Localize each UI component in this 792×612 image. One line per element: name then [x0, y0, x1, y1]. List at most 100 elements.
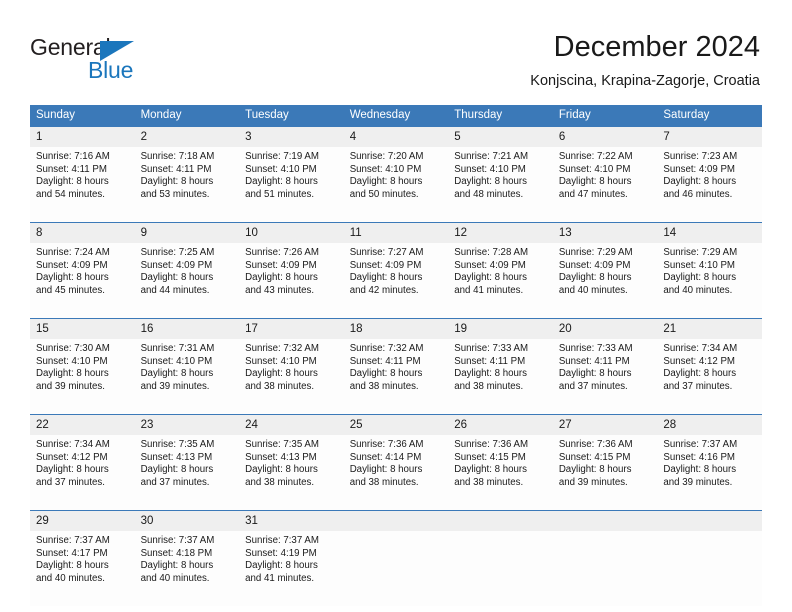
day-number[interactable]: 21	[657, 318, 762, 339]
week-daynumbers: 29 30 31	[30, 510, 762, 531]
sunset-text: Sunset: 4:10 PM	[349, 163, 422, 175]
daylight-text-line2: and 38 minutes.	[349, 476, 419, 488]
daylight-text-line1: Daylight: 8 hours	[36, 176, 109, 188]
day-number[interactable]: 3	[239, 127, 344, 147]
day-cell: Sunrise: 7:36 AM Sunset: 4:14 PM Dayligh…	[343, 435, 449, 511]
day-number[interactable]: 20	[552, 318, 658, 339]
day-cell: Sunrise: 7:35 AM Sunset: 4:13 PM Dayligh…	[134, 435, 240, 511]
day-number[interactable]: 27	[552, 414, 658, 435]
day-number[interactable]: 15	[30, 318, 135, 339]
daylight-text-line2: and 48 minutes.	[454, 188, 524, 200]
day-number[interactable]: 14	[657, 222, 762, 243]
sunrise-text: Sunrise: 7:25 AM	[140, 247, 215, 258]
daylight-text-line2: and 39 minutes.	[140, 380, 210, 392]
week-details: Sunrise: 7:16 AM Sunset: 4:11 PM Dayligh…	[30, 147, 762, 223]
daylight-text-line1: Daylight: 8 hours	[140, 368, 214, 380]
day-number[interactable]: 23	[134, 414, 240, 435]
brand-logo[interactable]: General Blue	[30, 34, 260, 86]
day-number[interactable]: 30	[134, 510, 240, 531]
week-details: Sunrise: 7:37 AM Sunset: 4:17 PM Dayligh…	[30, 531, 762, 606]
daylight-text-line1: Daylight: 8 hours	[36, 272, 109, 284]
day-number[interactable]: 13	[552, 222, 658, 243]
sunset-text: Sunset: 4:18 PM	[140, 547, 213, 559]
day-number[interactable]: 1	[30, 127, 135, 147]
sunset-text: Sunset: 4:09 PM	[140, 259, 213, 271]
week-details: Sunrise: 7:34 AM Sunset: 4:12 PM Dayligh…	[30, 435, 762, 511]
sunrise-text: Sunrise: 7:18 AM	[140, 151, 215, 162]
day-cell: Sunrise: 7:16 AM Sunset: 4:11 PM Dayligh…	[30, 147, 135, 223]
daylight-text-line2: and 51 minutes.	[245, 188, 315, 200]
day-number[interactable]: 16	[134, 318, 240, 339]
day-cell: Sunrise: 7:29 AM Sunset: 4:10 PM Dayligh…	[657, 243, 762, 319]
daylight-text-line2: and 39 minutes.	[663, 476, 733, 488]
day-cell: Sunrise: 7:37 AM Sunset: 4:17 PM Dayligh…	[30, 531, 135, 606]
sunrise-text: Sunrise: 7:37 AM	[663, 439, 738, 450]
day-cell: Sunrise: 7:21 AM Sunset: 4:10 PM Dayligh…	[448, 147, 553, 223]
day-cell: Sunrise: 7:36 AM Sunset: 4:15 PM Dayligh…	[552, 435, 658, 511]
day-number-empty	[552, 510, 658, 531]
day-number[interactable]: 17	[239, 318, 344, 339]
daylight-text-line2: and 40 minutes.	[140, 572, 210, 584]
sunrise-text: Sunrise: 7:33 AM	[454, 343, 529, 354]
day-number[interactable]: 4	[343, 127, 449, 147]
sunrise-text: Sunrise: 7:20 AM	[349, 151, 424, 162]
day-number[interactable]: 8	[30, 222, 135, 243]
day-number[interactable]: 25	[343, 414, 449, 435]
daylight-text-line1: Daylight: 8 hours	[36, 368, 109, 380]
week-daynumbers: 1 2 3 4 5 6 7	[30, 127, 762, 147]
day-cell: Sunrise: 7:19 AM Sunset: 4:10 PM Dayligh…	[239, 147, 344, 223]
day-cell: Sunrise: 7:20 AM Sunset: 4:10 PM Dayligh…	[343, 147, 449, 223]
sunrise-text: Sunrise: 7:16 AM	[36, 151, 110, 162]
daylight-text-line2: and 40 minutes.	[36, 572, 105, 584]
day-cell-empty	[448, 531, 553, 606]
day-number[interactable]: 12	[448, 222, 553, 243]
day-number[interactable]: 26	[448, 414, 553, 435]
day-cell: Sunrise: 7:34 AM Sunset: 4:12 PM Dayligh…	[30, 435, 135, 511]
daylight-text-line1: Daylight: 8 hours	[663, 464, 737, 476]
day-cell: Sunrise: 7:26 AM Sunset: 4:09 PM Dayligh…	[239, 243, 344, 319]
sunset-text: Sunset: 4:09 PM	[663, 163, 735, 175]
weekday-header-monday: Monday	[134, 105, 240, 127]
day-number[interactable]: 22	[30, 414, 135, 435]
day-cell: Sunrise: 7:29 AM Sunset: 4:09 PM Dayligh…	[552, 243, 658, 319]
week-daynumbers: 15 16 17 18 19 20 21	[30, 318, 762, 339]
title-block: December 2024 Konjscina, Krapina-Zagorje…	[530, 30, 760, 91]
day-number[interactable]: 9	[134, 222, 240, 243]
day-number[interactable]: 5	[448, 127, 553, 147]
day-number[interactable]: 31	[239, 510, 344, 531]
sunset-text: Sunset: 4:10 PM	[454, 163, 526, 175]
day-number[interactable]: 18	[343, 318, 449, 339]
sunrise-text: Sunrise: 7:33 AM	[558, 343, 633, 354]
day-number[interactable]: 7	[657, 127, 762, 147]
week-row: 29 30 31 Sunrise: 7:37 AM Sunset: 4:17 P…	[30, 510, 762, 606]
daylight-text-line2: and 38 minutes.	[349, 380, 419, 392]
day-number[interactable]: 2	[134, 127, 240, 147]
daylight-text-line1: Daylight: 8 hours	[245, 176, 318, 188]
daylight-text-line2: and 43 minutes.	[245, 284, 315, 296]
day-number[interactable]: 19	[448, 318, 553, 339]
daylight-text-line2: and 38 minutes.	[454, 380, 524, 392]
day-cell: Sunrise: 7:37 AM Sunset: 4:19 PM Dayligh…	[239, 531, 344, 606]
sunrise-text: Sunrise: 7:34 AM	[663, 343, 738, 354]
day-number[interactable]: 28	[657, 414, 762, 435]
week-details: Sunrise: 7:24 AM Sunset: 4:09 PM Dayligh…	[30, 243, 762, 319]
daylight-text-line2: and 39 minutes.	[558, 476, 628, 488]
sunset-text: Sunset: 4:10 PM	[245, 355, 317, 367]
day-number[interactable]: 29	[30, 510, 135, 531]
sunset-text: Sunset: 4:15 PM	[558, 451, 631, 463]
daylight-text-line1: Daylight: 8 hours	[558, 272, 632, 284]
sunrise-text: Sunrise: 7:21 AM	[454, 151, 529, 162]
day-cell: Sunrise: 7:32 AM Sunset: 4:11 PM Dayligh…	[343, 339, 449, 415]
sunset-text: Sunset: 4:09 PM	[454, 259, 526, 271]
daylight-text-line2: and 40 minutes.	[663, 284, 733, 296]
day-number[interactable]: 10	[239, 222, 344, 243]
day-number[interactable]: 11	[343, 222, 449, 243]
day-cell: Sunrise: 7:36 AM Sunset: 4:15 PM Dayligh…	[448, 435, 553, 511]
day-number[interactable]: 24	[239, 414, 344, 435]
week-daynumbers: 22 23 24 25 26 27 28	[30, 414, 762, 435]
sunset-text: Sunset: 4:11 PM	[36, 163, 107, 175]
day-cell: Sunrise: 7:33 AM Sunset: 4:11 PM Dayligh…	[552, 339, 658, 415]
day-number[interactable]: 6	[552, 127, 658, 147]
daylight-text-line1: Daylight: 8 hours	[454, 368, 527, 380]
weekday-header-friday: Friday	[552, 105, 658, 127]
